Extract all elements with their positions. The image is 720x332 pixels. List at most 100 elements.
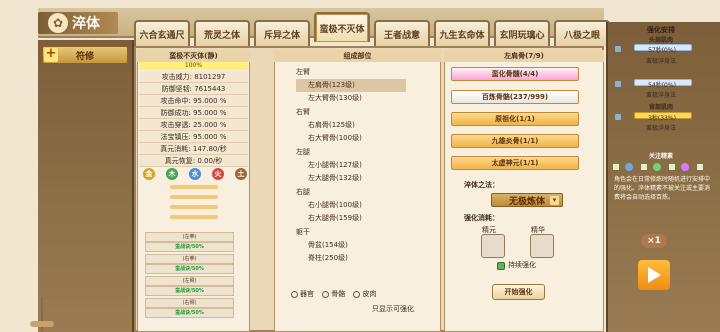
tree-group-left-arm: 左臂 左肩骨(123级) 左大臂骨(130级) bbox=[296, 66, 406, 105]
scroll-icon bbox=[615, 46, 621, 52]
start-upgrade-button[interactable]: 开始强化 bbox=[492, 284, 545, 300]
method-value: 无极炼体 bbox=[508, 196, 545, 207]
stat-row: 攻击命中: 95.000 % bbox=[139, 95, 248, 107]
checkbox[interactable] bbox=[640, 163, 648, 171]
tree-child[interactable]: 左小腿骨(127级) bbox=[296, 159, 406, 172]
game-screen: { "header": { "title": "淬体", "tabs": ["六… bbox=[0, 0, 720, 332]
tree-child[interactable]: 右大臂骨(100级) bbox=[296, 132, 406, 145]
skill-button[interactable]: 太虚神元(1/1) bbox=[451, 156, 579, 170]
filter-legend: 器官 骨骼 皮肉 bbox=[285, 289, 376, 299]
play-icon[interactable] bbox=[638, 260, 670, 290]
skill-button[interactable]: 百炼骨骼(237/999) bbox=[451, 90, 579, 104]
blue-gem-icon bbox=[625, 163, 633, 171]
tab-chiyi[interactable]: 斥异之体 bbox=[254, 20, 310, 46]
left-sidebar bbox=[38, 40, 134, 332]
schedule-entry-desc: 蛮极淬身法 bbox=[645, 92, 676, 99]
checkbox[interactable] bbox=[668, 163, 676, 171]
organ-filter-label: 器官 bbox=[300, 290, 314, 298]
tree-group-torso: 躯干 骨盆(154级) 脊柱(250级) bbox=[296, 226, 406, 265]
entry-label: (右拳) bbox=[145, 254, 234, 264]
tree-group-left-leg: 左腿 左小腿骨(127级) 左大腿骨(132级) bbox=[296, 146, 406, 185]
schedule-entry-name: 头部肌肉 bbox=[648, 37, 673, 44]
scroll-icon bbox=[615, 81, 621, 87]
minor-bar bbox=[170, 215, 218, 219]
flesh-filter-label: 皮肉 bbox=[362, 290, 377, 298]
tree-child[interactable]: 左大臂骨(130级) bbox=[296, 92, 406, 105]
tab-manji[interactable]: 蛮极不灭体 bbox=[314, 12, 370, 42]
tab-wangzhe[interactable]: 王者战意 bbox=[374, 20, 430, 46]
element-icon-wood: 木 bbox=[166, 168, 178, 180]
tree-group-right-leg: 右腿 右小腿骨(100级) 右大腿骨(159级) bbox=[296, 186, 406, 225]
tab-baji[interactable]: 八极之眼 bbox=[554, 20, 610, 46]
bone-filter-icon[interactable] bbox=[322, 290, 330, 298]
sword-icon bbox=[28, 297, 56, 331]
continuous-upgrade-label: 持续强化 bbox=[508, 261, 536, 269]
method-label: 淬体之法： bbox=[464, 181, 499, 189]
schedule-description: 角色会在日常修炼时随机进行安排中的强化。淬体精素不被关注或主要消费将会自动选择百… bbox=[614, 176, 711, 201]
tree-parent[interactable]: 左腿 bbox=[296, 146, 406, 159]
multiplier-badge[interactable]: ×1 bbox=[641, 234, 667, 248]
entry-value: 蛮战诀/50% bbox=[145, 264, 234, 274]
skill-button[interactable]: 九雄炎骨(1/1) bbox=[451, 134, 579, 148]
consume-label: 强化消耗： bbox=[464, 214, 499, 222]
organ-filter-icon[interactable] bbox=[291, 290, 298, 298]
checkbox[interactable] bbox=[696, 163, 704, 171]
minor-bar bbox=[170, 195, 218, 199]
green-gem-icon bbox=[653, 163, 661, 171]
tree-child[interactable]: 脊柱(250级) bbox=[296, 252, 406, 265]
essence-item-icon bbox=[481, 234, 505, 258]
tree-parent[interactable]: 右臂 bbox=[296, 106, 406, 119]
tab-xuanyin[interactable]: 玄阴玩璃心 bbox=[494, 20, 550, 46]
schedule-entry-desc: 蛮极淬身法 bbox=[645, 58, 676, 65]
element-icon-water: 水 bbox=[189, 168, 201, 180]
method-select[interactable]: 无极炼体 ▾ bbox=[491, 193, 563, 207]
flesh-filter-icon[interactable] bbox=[353, 290, 361, 298]
skill-button[interactable]: 蛮化骨髓(4/4) bbox=[451, 67, 579, 81]
continuous-upgrade-checkbox[interactable] bbox=[497, 262, 505, 270]
entry-value: 蛮战诀/50% bbox=[145, 286, 234, 296]
stat-row: 真元恢复: 0.00/秒 bbox=[139, 155, 248, 167]
tree-child[interactable]: 左大腿骨(132级) bbox=[296, 172, 406, 185]
show-upgradeable-toggle[interactable]: 只显示可强化 bbox=[372, 304, 414, 314]
tree-child[interactable]: 右大腿骨(159级) bbox=[296, 212, 406, 225]
tree-child[interactable]: 骨盆(154级) bbox=[296, 239, 406, 252]
skill-button[interactable]: 原祖化(1/1) bbox=[451, 112, 579, 126]
tree-parent[interactable]: 右腿 bbox=[296, 186, 406, 199]
plus-icon: + bbox=[44, 46, 58, 62]
tab-strip: 六合玄通尺 荒灵之体 斥异之体 蛮极不灭体 王者战意 九生玄命体 玄阴玩璃心 八… bbox=[134, 12, 610, 46]
stat-row: 攻击穿透: 25.000 % bbox=[139, 119, 248, 131]
entry-label: (左臂) bbox=[145, 276, 234, 286]
scroll-icon bbox=[615, 114, 621, 120]
tab-jiusheng[interactable]: 九生玄命体 bbox=[434, 20, 490, 46]
entry-value: 蛮战诀/50% bbox=[145, 308, 234, 318]
stat-row: 攻击威力: 8101297 bbox=[139, 71, 248, 83]
tree-parent[interactable]: 躯干 bbox=[296, 226, 406, 239]
schedule-entry-value: 54秒(0%) bbox=[648, 82, 676, 89]
tree-child[interactable]: 右小腿骨(100级) bbox=[296, 199, 406, 212]
tab-huangling[interactable]: 荒灵之体 bbox=[194, 20, 250, 46]
focus-title: 关注精素 bbox=[648, 153, 673, 160]
stat-row: 法宝镇压: 95.000 % bbox=[139, 131, 248, 143]
tree-group-right-arm: 右臂 右肩骨(125级) 右大臂骨(100级) bbox=[296, 106, 406, 145]
element-icon-fire: 火 bbox=[212, 168, 224, 180]
element-icon-earth: 土 bbox=[235, 168, 247, 180]
page-title: 淬体 bbox=[72, 16, 100, 32]
stat-row: 防御坚韧: 7615443 bbox=[139, 83, 248, 95]
schedule-title: 强化安排 bbox=[647, 26, 675, 34]
schedule-entry-desc: 蛮极淬身法 bbox=[645, 125, 676, 132]
stat-row: 防御成功: 95.000 % bbox=[139, 107, 248, 119]
progress-bar: 100% bbox=[139, 62, 248, 70]
tree-child[interactable]: 右肩骨(125级) bbox=[296, 119, 406, 132]
refined-item-icon bbox=[530, 234, 554, 258]
tree-parent[interactable]: 左臂 bbox=[296, 66, 406, 79]
stats-title: 蛮极不灭体(静) bbox=[137, 50, 250, 62]
tree-child[interactable]: 左肩骨(123级) bbox=[296, 79, 406, 92]
tab-liuhe[interactable]: 六合玄通尺 bbox=[134, 20, 190, 46]
flower-icon: ✿ bbox=[48, 13, 68, 33]
bone-filter-label: 骨骼 bbox=[331, 290, 346, 298]
stat-row: 真元消耗: 147.80/秒 bbox=[139, 143, 248, 155]
schedule-entry-value: 3秒(33%) bbox=[648, 115, 676, 122]
schedule-entry-value: 57秒(0%) bbox=[648, 47, 676, 54]
checkbox[interactable] bbox=[612, 163, 620, 171]
parts-title: 组成部位 bbox=[274, 50, 441, 62]
